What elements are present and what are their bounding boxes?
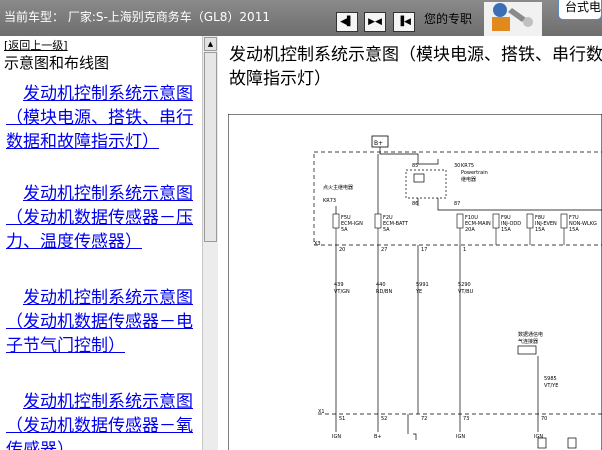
- sidebar-link-throttle[interactable]: 发动机控制系统示意图（发动机数据传感器－电子节气门控制）: [6, 286, 200, 358]
- sidebar-heading: 示意图和布线图: [4, 54, 110, 72]
- wire-color: RD/BN: [376, 289, 392, 295]
- datalink-label-2: 气连接器: [518, 338, 538, 345]
- bottom-label: B+: [374, 434, 382, 440]
- relay-id: KR75: [461, 163, 474, 169]
- wire-color: VT/BU: [458, 289, 474, 295]
- wire-circuit: 439: [334, 282, 344, 288]
- x1-pin: 52: [381, 416, 387, 422]
- back-arrow-icon[interactable]: ◀▌: [336, 12, 358, 32]
- fuse-amp: 15A: [569, 227, 579, 233]
- x3-pin: 20: [339, 247, 345, 253]
- x1-pin: 51: [339, 416, 345, 422]
- ign-relay-id: KR73: [323, 198, 336, 204]
- ign-relay-label: 点火主继电器: [323, 184, 353, 191]
- fuse-f7u: [560, 213, 568, 229]
- bottom-label: IGN: [332, 434, 341, 440]
- sidebar-link-oxygen[interactable]: 发动机控制系统示意图（发动机数据传感器－氧传感器）: [6, 390, 200, 450]
- sidebar-scrollbar[interactable]: ▲: [202, 36, 218, 450]
- main-content: 发动机控制系统示意图（模块电源、搭铁、串行数据和故障指示灯） B+ 85 30 …: [218, 36, 602, 450]
- fuse-amp: 15A: [535, 227, 545, 233]
- connector-x3: X3: [314, 241, 321, 247]
- sidebar-link-module-power[interactable]: 发动机控制系统示意图（模块电源、搭铁、串行数据和故障指示灯）: [6, 82, 200, 154]
- sidebar-link-pressure-temp[interactable]: 发动机控制系统示意图（发动机数据传感器－压力、温度传感器）: [6, 182, 200, 254]
- wire-circuit: 5991: [416, 282, 429, 288]
- sidebar: [返回上一级] 示意图和布线图 发动机控制系统示意图（模块电源、搭铁、串行数据和…: [0, 36, 202, 450]
- wiring-diagram: B+ 85 30 86 87 KR75 Powertrain 继电器 点火主继电…: [228, 114, 602, 450]
- diagram-title: 发动机控制系统示意图（模块电源、搭铁、串行数据和故障指示灯）: [229, 45, 602, 89]
- bottom-label: IGN: [534, 434, 543, 440]
- fuse-amp: 5A: [341, 227, 348, 233]
- back-link[interactable]: [返回上一级]: [4, 37, 68, 53]
- connector-x1: X1: [318, 409, 325, 415]
- relay-pin-87: 87: [454, 201, 460, 207]
- current-vehicle-label: 当前车型： 厂家:S-上海别克商务车（GL8）2011: [4, 10, 270, 24]
- datalink-label-1: 数据通信电: [518, 331, 543, 338]
- x1-pin: 70: [541, 416, 547, 422]
- tagline-box: 台式电: [558, 0, 602, 20]
- x3-pin: 27: [381, 247, 387, 253]
- relay-name-cn: 继电器: [461, 176, 476, 183]
- help-text: 您的专职: [424, 12, 473, 26]
- fuse-f10u: [456, 213, 464, 229]
- fuse-f8u: [526, 213, 534, 229]
- fuse-f2u: [374, 213, 382, 229]
- relay-pin-85: 85: [412, 163, 418, 169]
- x1-pin: 72: [421, 416, 427, 422]
- wire-circuit: 5290: [458, 282, 471, 288]
- bplus-label: B+: [374, 140, 383, 147]
- wire-color: YE: [415, 289, 422, 295]
- scrollbar-thumb[interactable]: [204, 52, 217, 242]
- wire-right-color: VT/YE: [544, 383, 558, 389]
- fuse-amp: 20A: [465, 227, 475, 233]
- fuse-f5u: [332, 213, 340, 229]
- relay-name-en: Powertrain: [461, 170, 488, 176]
- wire-color: VT/GN: [334, 289, 350, 295]
- fuse-f9u: [492, 213, 500, 229]
- mascot-logo: [484, 2, 542, 36]
- wire-circuit: 440: [376, 282, 386, 288]
- relay-pin-86: 86: [412, 201, 418, 207]
- fuse-amp: 5A: [383, 227, 390, 233]
- wire-right-circuit: 5985: [544, 376, 557, 382]
- x3-pin: 17: [421, 247, 427, 253]
- relay-pin-30: 30: [454, 163, 460, 169]
- x3-pin: 1: [463, 247, 466, 253]
- forward-arrow-icon[interactable]: ▐◀: [393, 12, 415, 32]
- bottom-label: IGN: [456, 434, 465, 440]
- split-view-icon[interactable]: ▶◀: [364, 12, 386, 32]
- x1-pin: 73: [463, 416, 469, 422]
- scroll-up-icon[interactable]: ▲: [204, 37, 217, 51]
- fuse-amp: 15A: [501, 227, 511, 233]
- top-bar: 当前车型： 厂家:S-上海别克商务车（GL8）2011 ◀▌ ▶◀ ▐◀ 您的专…: [0, 0, 602, 36]
